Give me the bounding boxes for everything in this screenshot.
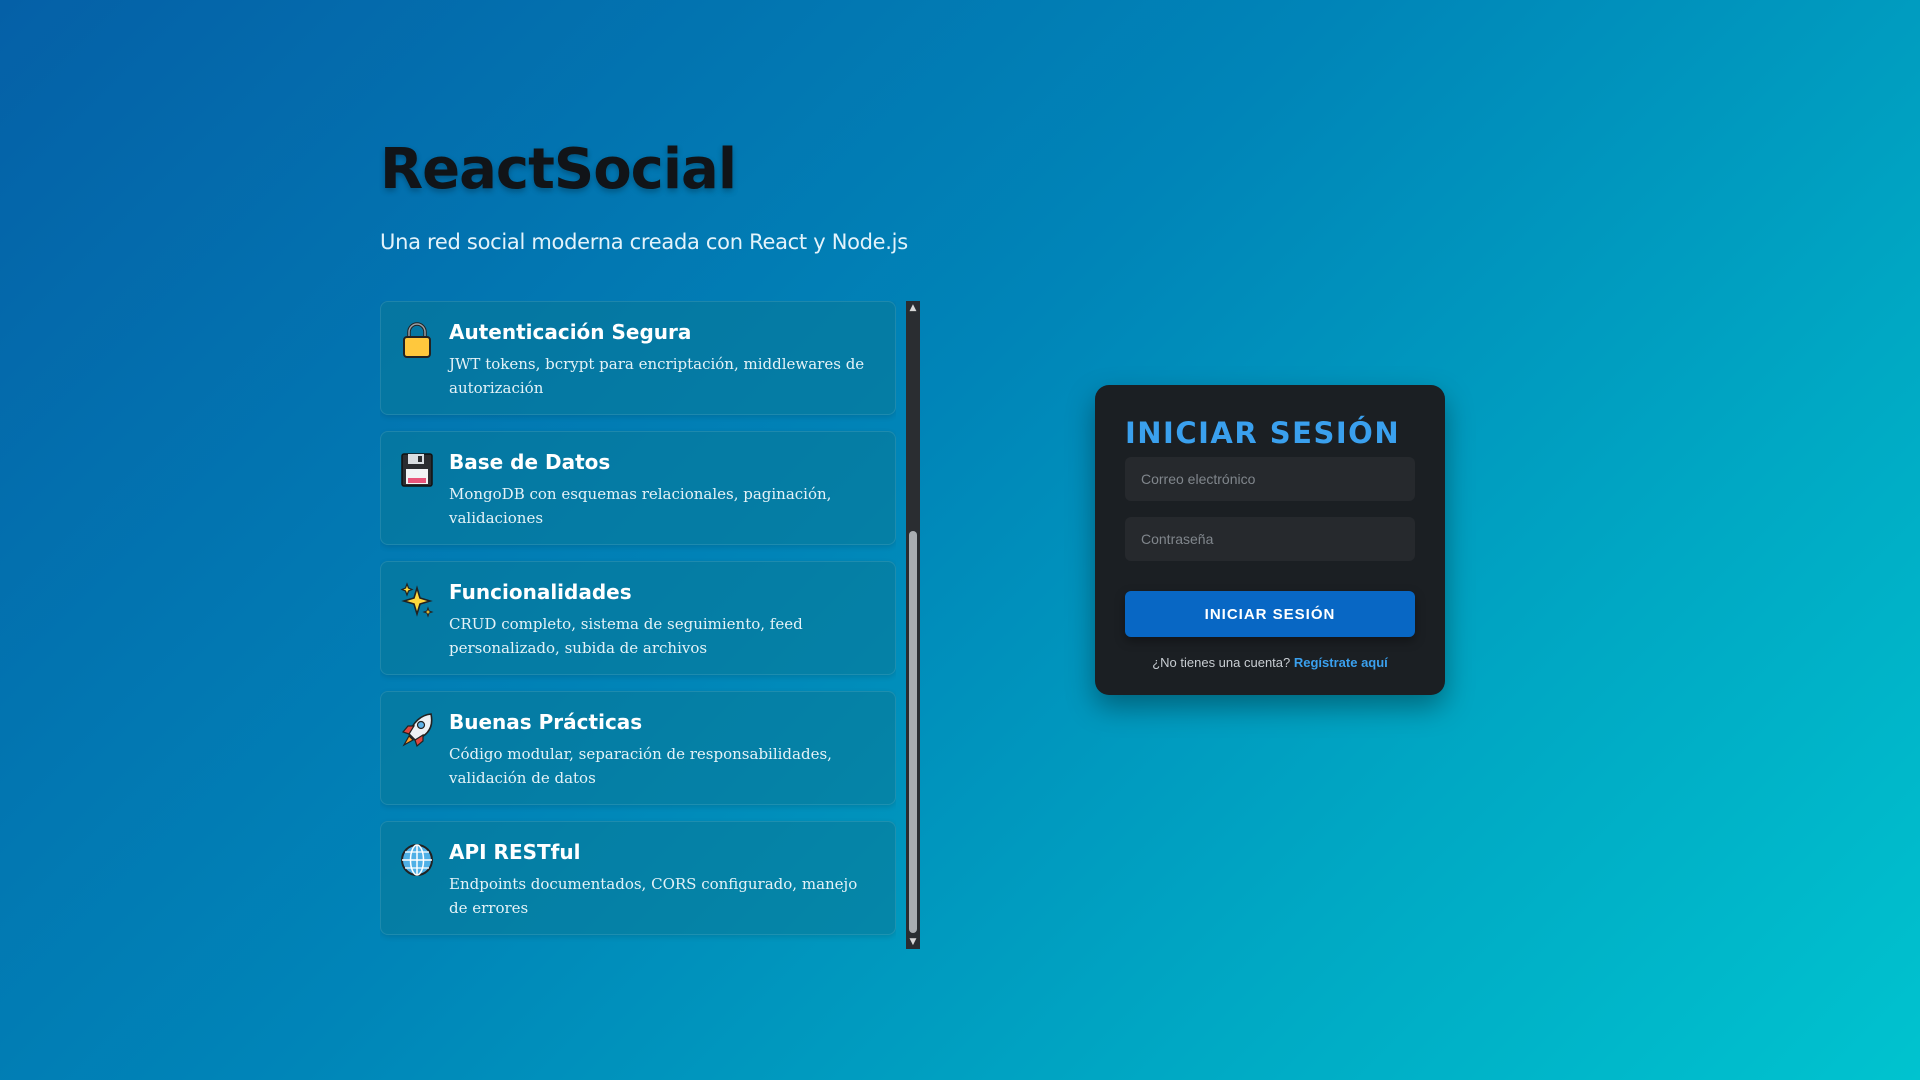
feature-title: Base de Datos [449, 450, 611, 474]
feature-description: JWT tokens, bcrypt para encriptación, mi… [449, 355, 865, 397]
feature-title: API RESTful [449, 840, 581, 864]
register-link[interactable]: Regístrate aquí [1294, 655, 1388, 670]
features-scrollbar[interactable]: ▲ ▼ [906, 301, 920, 949]
email-input[interactable] [1125, 457, 1415, 501]
scroll-up-icon[interactable]: ▲ [906, 301, 920, 315]
floppy-disk-icon [399, 450, 435, 490]
globe-icon [399, 840, 435, 880]
feature-card-database: Base de Datos MongoDB con esquemas relac… [380, 431, 896, 545]
feature-card-api: API RESTful Endpoints documentados, CORS… [380, 821, 896, 935]
feature-card-authentication: Autenticación Segura JWT tokens, bcrypt … [380, 301, 896, 415]
feature-description: Endpoints documentados, CORS configurado… [449, 875, 858, 917]
features-list: Autenticación Segura JWT tokens, bcrypt … [380, 301, 920, 949]
rocket-icon [399, 710, 435, 750]
brand-section: ReactSocial Una red social moderna cread… [380, 132, 920, 254]
sparkles-icon [399, 580, 435, 620]
feature-description: MongoDB con esquemas relacionales, pagin… [449, 485, 832, 527]
feature-card-functionality: Funcionalidades CRUD completo, sistema d… [380, 561, 896, 675]
scroll-down-icon[interactable]: ▼ [906, 935, 920, 949]
register-prompt-line: ¿No tienes una cuenta? Regístrate aquí [1125, 655, 1415, 670]
feature-title: Autenticación Segura [449, 320, 692, 344]
password-input[interactable] [1125, 517, 1415, 561]
features-scroll-area[interactable]: Autenticación Segura JWT tokens, bcrypt … [380, 301, 896, 949]
feature-title: Buenas Prácticas [449, 710, 643, 734]
login-button[interactable]: INICIAR SESIÓN [1125, 591, 1415, 637]
login-title: INICIAR SESIÓN [1125, 416, 1401, 450]
brand-title: ReactSocial [380, 137, 737, 202]
login-form: INICIAR SESIÓN INICIAR SESIÓN ¿No tienes… [1095, 385, 1445, 695]
feature-description: CRUD completo, sistema de seguimiento, f… [449, 615, 803, 657]
feature-title: Funcionalidades [449, 580, 632, 604]
feature-description: Código modular, separación de responsabi… [449, 745, 832, 787]
lock-icon [399, 320, 435, 360]
brand-subtitle: Una red social moderna creada con React … [380, 230, 908, 254]
feature-card-best-practices: Buenas Prácticas Código modular, separac… [380, 691, 896, 805]
scroll-thumb[interactable] [909, 531, 917, 933]
register-prompt-text: ¿No tienes una cuenta? [1152, 655, 1291, 670]
